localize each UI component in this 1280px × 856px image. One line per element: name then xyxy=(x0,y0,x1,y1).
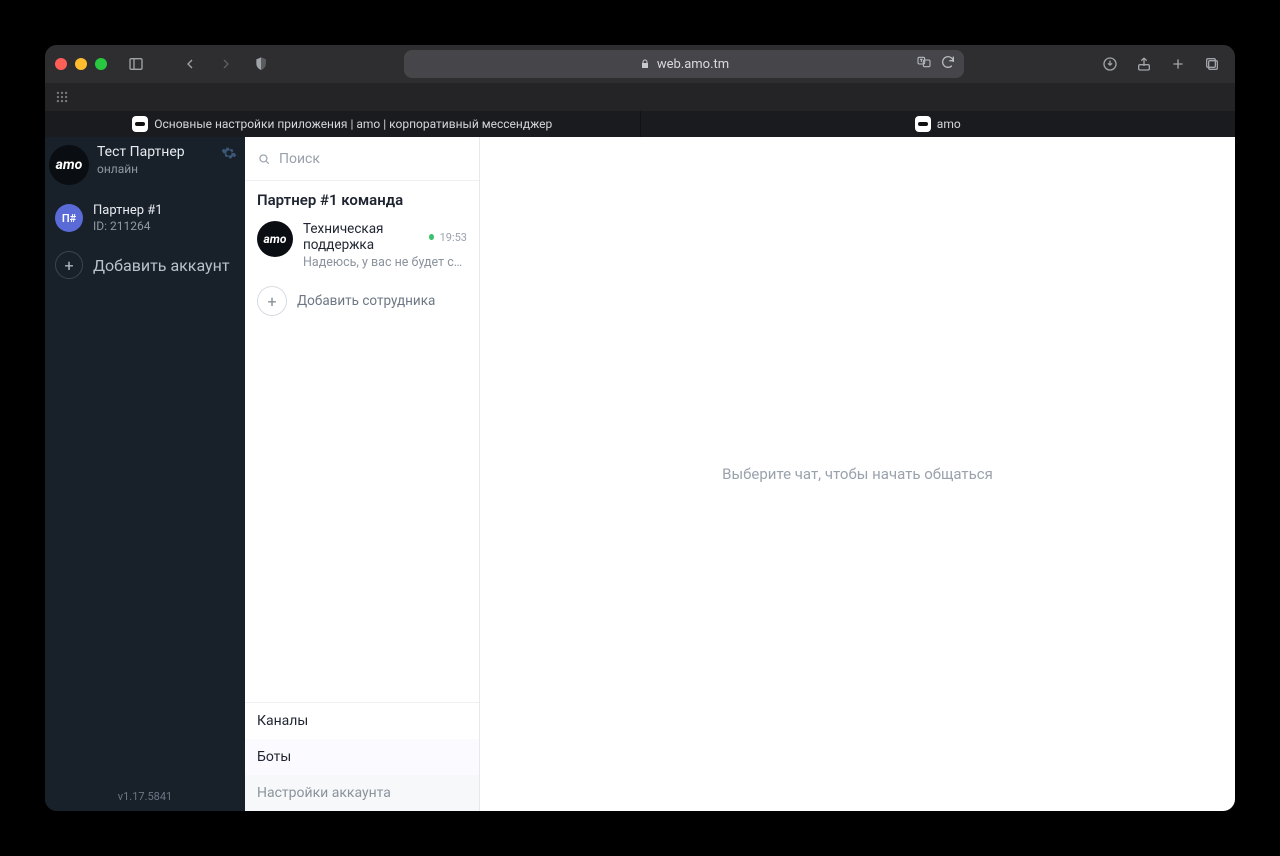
sidebar-toggle-icon[interactable] xyxy=(123,51,149,77)
favicon-icon xyxy=(915,116,931,132)
add-employee-button[interactable]: + Добавить сотрудника xyxy=(245,280,479,328)
address-bar[interactable]: web.amo.tm xyxy=(404,50,964,78)
new-tab-icon[interactable] xyxy=(1165,51,1191,77)
app-content: amo Тест Партнер онлайн П# Партнер #1 ID… xyxy=(45,137,1235,811)
app-version: v1.17.5841 xyxy=(45,784,245,811)
account-name: Партнер #1 xyxy=(93,203,163,218)
window-controls xyxy=(55,58,107,70)
footer-channels[interactable]: Каналы xyxy=(245,703,479,739)
favicon-icon xyxy=(132,116,148,132)
chat-item[interactable]: amo Техническая поддержка 19:53 Надеюсь,… xyxy=(245,213,479,280)
add-account-label: Добавить аккаунт xyxy=(93,256,230,275)
plus-icon: + xyxy=(55,251,83,279)
online-indicator-icon xyxy=(429,234,434,240)
account-badge: П# xyxy=(55,204,83,232)
profile-block[interactable]: amo Тест Партнер онлайн xyxy=(45,137,245,195)
tab-overview-icon[interactable] xyxy=(1199,51,1225,77)
team-title: Партнер #1 команда xyxy=(245,181,479,213)
add-employee-label: Добавить сотрудника xyxy=(297,293,435,309)
share-icon[interactable] xyxy=(1131,51,1157,77)
account-id: ID: 211264 xyxy=(93,219,163,233)
lock-icon xyxy=(639,58,651,70)
browser-toolbar: web.amo.tm xyxy=(45,45,1235,83)
reload-icon[interactable] xyxy=(940,54,956,74)
maximize-window-button[interactable] xyxy=(95,58,107,70)
search-input[interactable]: Поиск xyxy=(245,137,479,181)
profile-name: Тест Партнер xyxy=(97,145,185,160)
plus-icon: + xyxy=(257,286,287,316)
url-text: web.amo.tm xyxy=(657,57,729,72)
chat-preview: Надеюсь, у вас не будет слож… xyxy=(303,255,467,270)
chat-main-placeholder: Выберите чат, чтобы начать общаться xyxy=(480,137,1235,811)
footer-account-settings[interactable]: Настройки аккаунта xyxy=(245,775,479,811)
translate-icon[interactable] xyxy=(916,54,932,74)
favorites-bar xyxy=(45,83,1235,111)
empty-state-text: Выберите чат, чтобы начать общаться xyxy=(722,465,993,483)
tab-title: amo xyxy=(937,117,961,131)
nav-forward-button[interactable] xyxy=(213,51,239,77)
browser-window: web.amo.tm xyxy=(45,45,1235,811)
apps-grid-icon[interactable] xyxy=(55,90,69,104)
browser-tab-0[interactable]: Основные настройки приложения | amo | ко… xyxy=(45,111,641,137)
chat-time: 19:53 xyxy=(440,231,467,244)
browser-tab-1[interactable]: amo xyxy=(641,111,1236,137)
tab-strip: Основные настройки приложения | amo | ко… xyxy=(45,111,1235,137)
account-item[interactable]: П# Партнер #1 ID: 211264 xyxy=(45,195,245,241)
chat-name: Техническая поддержка xyxy=(303,221,423,253)
accounts-sidebar: amo Тест Партнер онлайн П# Партнер #1 ID… xyxy=(45,137,245,811)
chat-list-panel: Поиск Партнер #1 команда amo Техническая… xyxy=(245,137,480,811)
chat-list-footer: Каналы Боты Настройки аккаунта xyxy=(245,702,479,811)
chat-avatar: amo xyxy=(257,221,293,257)
minimize-window-button[interactable] xyxy=(75,58,87,70)
downloads-icon[interactable] xyxy=(1097,51,1123,77)
footer-bots[interactable]: Боты xyxy=(245,739,479,775)
search-icon xyxy=(257,152,271,166)
profile-status: онлайн xyxy=(97,162,185,176)
profile-avatar: amo xyxy=(49,145,89,185)
add-account-button[interactable]: + Добавить аккаунт xyxy=(45,241,245,289)
nav-back-button[interactable] xyxy=(177,51,203,77)
tab-title: Основные настройки приложения | amo | ко… xyxy=(154,117,552,131)
gear-icon[interactable] xyxy=(221,145,237,165)
search-placeholder: Поиск xyxy=(279,151,320,167)
close-window-button[interactable] xyxy=(55,58,67,70)
privacy-shield-icon[interactable] xyxy=(249,52,273,76)
